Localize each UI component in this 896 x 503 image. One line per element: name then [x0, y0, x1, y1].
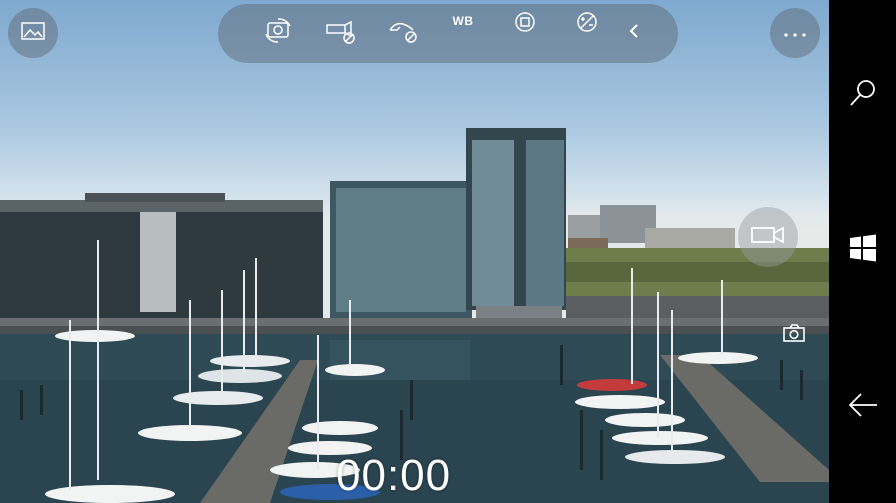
back-button[interactable]	[829, 377, 896, 437]
search-icon	[848, 78, 878, 113]
camera-viewfinder[interactable]: WB 00:00	[0, 0, 829, 503]
search-button[interactable]	[829, 65, 896, 125]
viewfinder-scene	[0, 128, 829, 503]
flash-button[interactable]	[324, 4, 358, 63]
white-balance-label: WB	[452, 14, 474, 28]
exposure-icon	[576, 11, 598, 38]
video-camera-icon	[750, 225, 786, 250]
start-button[interactable]	[829, 220, 896, 280]
more-options-button[interactable]	[770, 8, 820, 58]
camera-switch-icon	[264, 18, 294, 49]
exposure-button[interactable]	[572, 4, 602, 63]
video-mode-button[interactable]	[738, 207, 798, 267]
hdr-off-icon	[387, 18, 419, 49]
gallery-button[interactable]	[8, 8, 58, 58]
focus-icon	[514, 11, 536, 38]
switch-camera-button[interactable]	[262, 4, 296, 63]
system-navigation-bar	[829, 0, 896, 503]
more-icon	[784, 24, 806, 42]
flash-off-icon	[325, 18, 357, 49]
hdr-button[interactable]	[386, 4, 420, 63]
camera-icon	[782, 323, 806, 348]
back-arrow-icon	[848, 392, 878, 423]
focus-button[interactable]	[510, 4, 540, 63]
windows-icon	[849, 234, 877, 267]
white-balance-button[interactable]: WB	[448, 4, 478, 63]
collapse-toolbar-button[interactable]	[622, 4, 646, 63]
photo-mode-button[interactable]	[776, 318, 812, 352]
chevron-left-icon	[628, 23, 640, 44]
camera-settings-toolbar: WB	[218, 4, 678, 63]
image-icon	[21, 21, 45, 45]
recording-timer: 00:00	[336, 451, 452, 500]
